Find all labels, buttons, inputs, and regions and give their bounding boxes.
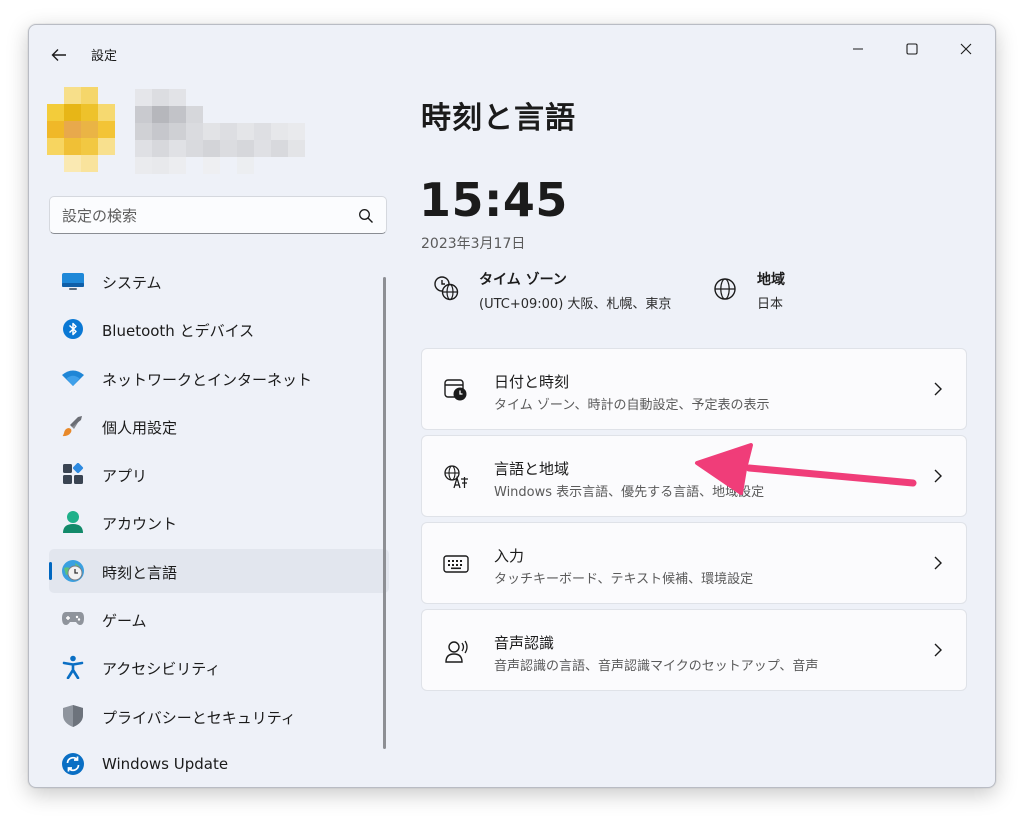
bluetooth-icon [61,317,85,341]
sidebar-item-label: 個人用設定 [102,418,178,437]
sidebar-item-label: システム [102,274,162,292]
timezone-title: タイム ゾーン [479,272,567,288]
keyboard-icon [442,550,470,578]
speech-icon [442,637,470,665]
sidebar-item-label: Windows Update [102,754,229,773]
sidebar-item-accessibility[interactable]: アクセシビリティ [49,645,389,689]
card-language-region[interactable]: 言語と地域 Windows 表示言語、優先する言語、地域設定 [421,435,967,517]
timezone-value: (UTC+09:00) 大阪、札幌、東京 [479,297,672,312]
accessibility-icon [61,655,85,680]
time-language-icon [61,559,85,583]
user-profile[interactable] [47,87,309,183]
settings-search-box[interactable] [49,196,387,234]
card-title: 言語と地域 [494,460,570,478]
sidebar-scrollbar[interactable] [383,277,386,749]
user-name-obscured [135,89,309,179]
sidebar-nav: システム Bluetooth とデバイス ネットワークとインターネット 個人用設… [49,259,389,787]
windows-update-icon [61,752,85,776]
app-title: 設定 [91,49,118,64]
card-typing[interactable]: 入力 タッチキーボード、テキスト候補、環境設定 [421,522,967,604]
gamepad-icon [61,607,85,631]
card-title: 入力 [494,547,525,565]
region-info: 地域 日本 [711,265,831,315]
language-icon [442,463,470,491]
timezone-info: タイム ゾーン (UTC+09:00) 大阪、札幌、東京 [433,265,713,315]
minimize-icon [853,48,863,50]
chevron-right-icon [934,643,942,657]
sidebar-item-bluetooth[interactable]: Bluetooth とデバイス [49,307,389,351]
search-input[interactable] [62,205,342,227]
card-title: 音声認識 [494,634,555,652]
sidebar-item-label: プライバシーとセキュリティ [102,708,296,727]
selection-indicator [49,561,52,580]
shield-icon [61,704,85,728]
chevron-right-icon [934,556,942,570]
region-value: 日本 [757,297,784,312]
minimize-button[interactable] [835,31,881,67]
sidebar-item-accounts[interactable]: アカウント [49,500,389,544]
current-time: 15:45 [419,173,568,227]
close-button[interactable] [943,31,989,67]
back-arrow-icon [51,49,66,61]
sidebar-item-network[interactable]: ネットワークとインターネット [49,356,389,400]
system-display-icon [61,269,85,293]
sidebar-item-windows-update[interactable]: Windows Update [49,742,389,786]
globe-icon [714,278,736,300]
calendar-clock-icon [442,376,470,404]
avatar [47,87,123,183]
title-bar: 設定 [29,25,995,81]
sidebar-item-label: アクセシビリティ [102,660,221,679]
card-subtitle: タッチキーボード、テキスト候補、環境設定 [494,572,754,587]
card-title: 日付と時刻 [494,373,570,391]
chevron-right-icon [934,382,942,396]
timezone-globe-icon [434,276,459,301]
search-icon[interactable] [358,208,374,224]
sidebar-item-gaming[interactable]: ゲーム [49,597,389,641]
card-speech[interactable]: 音声認識 音声認識の言語、音声認識マイクのセットアップ、音声 [421,609,967,691]
card-subtitle: Windows 表示言語、優先する言語、地域設定 [494,485,765,500]
sidebar-item-label: アカウント [102,515,178,534]
maximize-button[interactable] [889,31,935,67]
card-date-time[interactable]: 日付と時刻 タイム ゾーン、時計の自動設定、予定表の表示 [421,348,967,430]
sidebar-item-label: ネットワークとインターネット [102,370,313,389]
sidebar-item-label: アプリ [102,467,148,486]
region-title: 地域 [757,272,785,288]
sidebar-item-system[interactable]: システム [49,259,389,303]
sidebar-item-privacy[interactable]: プライバシーとセキュリティ [49,694,389,738]
sidebar-item-apps[interactable]: アプリ [49,452,389,496]
sidebar-item-label: ゲーム [102,612,147,631]
card-subtitle: 音声認識の言語、音声認識マイクのセットアップ、音声 [494,659,819,674]
apps-icon [61,462,85,486]
close-icon [960,43,972,55]
settings-window: 設定 設定の検索 システム Bluetooth とデバイス ネットワークとインタ… [28,24,996,788]
maximize-icon [906,43,918,55]
sidebar-item-label: 時刻と言語 [102,563,178,582]
sidebar-item-personalization[interactable]: 個人用設定 [49,404,389,448]
sidebar-item-label: Bluetooth とデバイス [102,322,255,341]
page-title: 時刻と言語 [421,101,576,136]
card-subtitle: タイム ゾーン、時計の自動設定、予定表の表示 [494,398,770,413]
wifi-icon [61,366,85,390]
account-icon [61,510,85,534]
chevron-right-icon [934,469,942,483]
paintbrush-icon [61,414,85,438]
back-button[interactable] [45,41,73,69]
current-date: 2023年3月17日 [421,236,526,252]
sidebar-item-time-language[interactable]: 時刻と言語 [49,548,389,593]
